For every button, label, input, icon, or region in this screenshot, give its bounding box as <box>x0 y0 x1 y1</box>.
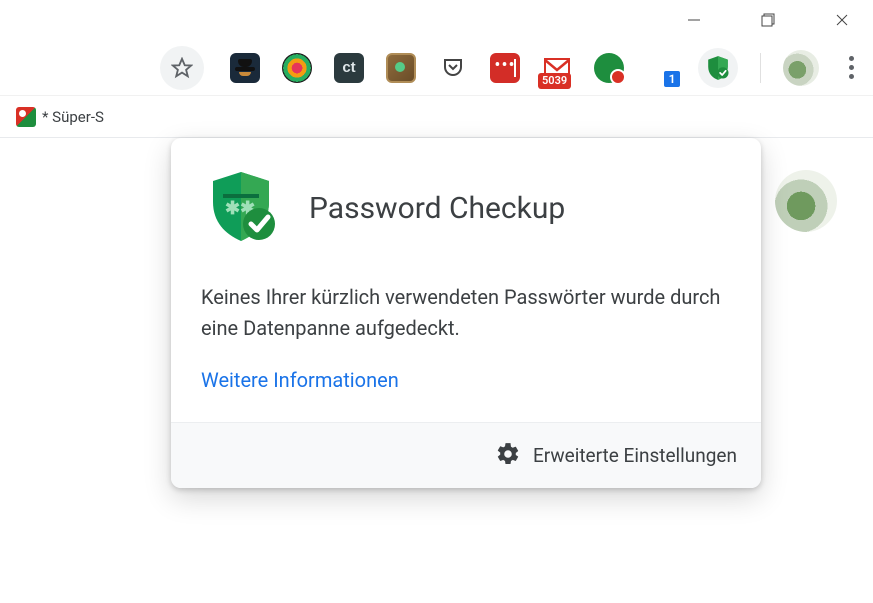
extension-photo-icon[interactable] <box>386 53 416 83</box>
gmail-unread-badge: 5039 <box>538 73 571 88</box>
gear-icon <box>495 441 521 471</box>
extension-greenstatus-icon[interactable] <box>594 53 624 83</box>
popup-more-info-link[interactable]: Weitere Informationen <box>201 368 727 392</box>
extension-ct-icon[interactable]: ct <box>334 53 364 83</box>
window-maximize-button[interactable] <box>745 2 791 38</box>
popup-title: Password Checkup <box>309 191 565 226</box>
lastpass-dots: ••• <box>494 57 515 79</box>
popup-message: Keines Ihrer kürzlich verwendeten Passwö… <box>201 282 727 344</box>
bookmark-item[interactable]: * Süper-S <box>8 103 112 131</box>
bookmarks-bar: * Süper-S <box>0 96 873 138</box>
extension-colorpicker-icon[interactable] <box>282 53 312 83</box>
extension-notification-badge: 1 <box>662 69 682 89</box>
bookmark-favicon-icon <box>16 107 36 127</box>
bookmark-label: * Süper-S <box>42 108 104 126</box>
extension-ct-label: ct <box>342 59 355 76</box>
extension-pocket-icon[interactable] <box>438 53 468 83</box>
window-close-button[interactable] <box>819 2 865 38</box>
extension-blue-wrapper[interactable]: 1 <box>646 53 676 83</box>
browser-menu-button[interactable] <box>841 56 861 79</box>
extension-privacy-hat-icon[interactable] <box>230 53 260 83</box>
extension-gmail-icon[interactable]: 5039 <box>542 53 572 83</box>
window-minimize-button[interactable] <box>671 2 717 38</box>
extension-lastpass-icon[interactable]: ••• <box>490 53 520 83</box>
password-checkup-shield-icon: ✱✱ <box>201 168 281 248</box>
window-titlebar <box>0 0 873 40</box>
extension-password-checkup-icon[interactable] <box>698 48 738 88</box>
toolbar-separator <box>760 53 761 83</box>
password-checkup-popup: ✱✱ Password Checkup Keines Ihrer kürzlic… <box>171 138 761 488</box>
popup-advanced-settings-button[interactable]: Erweiterte Einstellungen <box>533 444 737 467</box>
bookmark-star-button[interactable] <box>160 46 204 90</box>
star-icon <box>171 57 193 79</box>
pocket-icon <box>441 56 465 80</box>
popup-footer: Erweiterte Einstellungen <box>171 422 761 488</box>
profile-avatar[interactable] <box>783 50 819 86</box>
shield-check-icon <box>704 54 732 82</box>
page-profile-avatar[interactable] <box>775 170 837 232</box>
browser-toolbar: ct ••• 5039 1 <box>0 40 873 96</box>
